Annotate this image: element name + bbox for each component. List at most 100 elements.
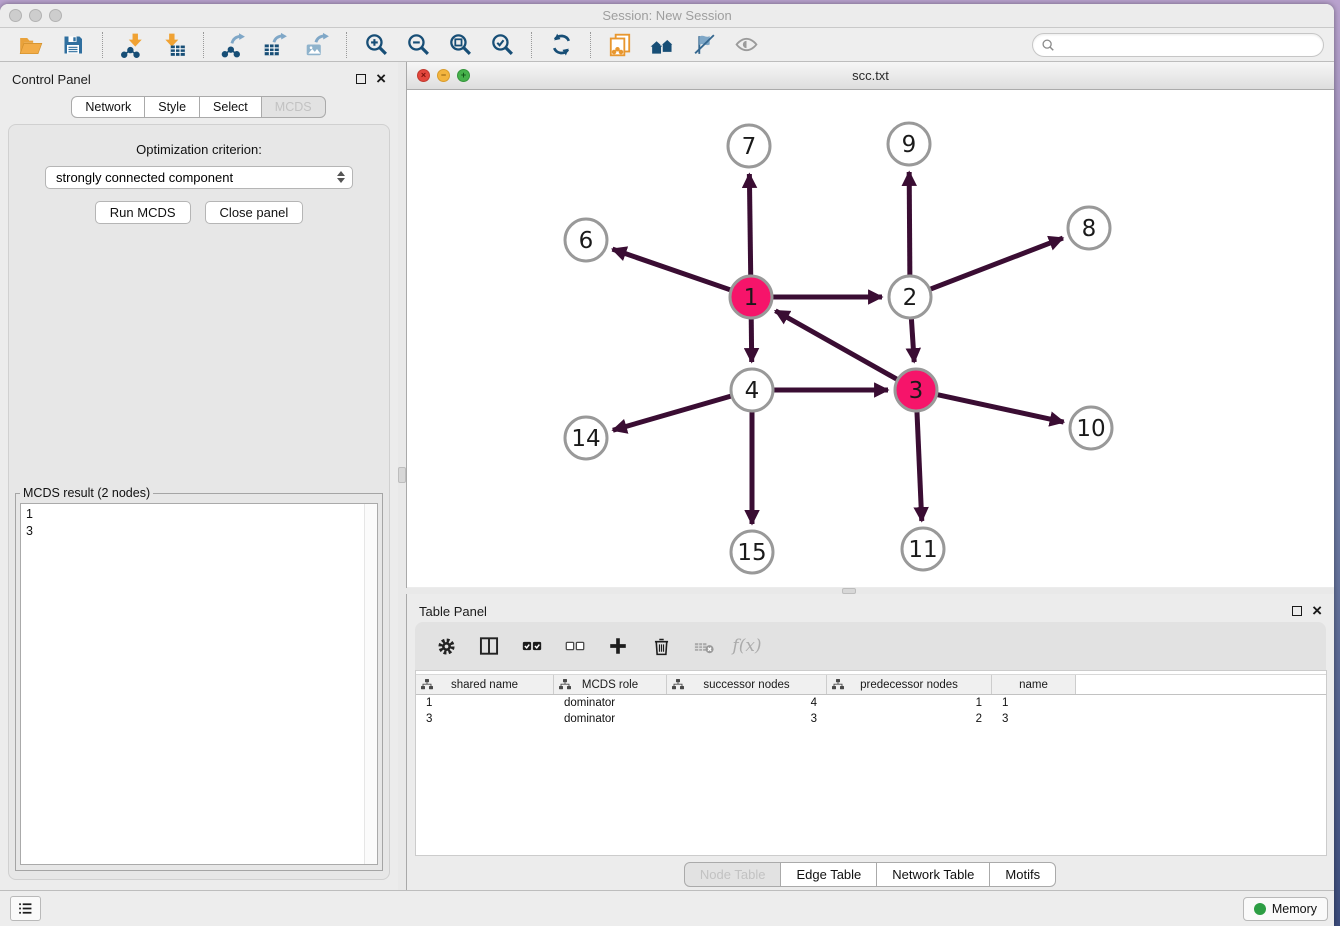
delete-table-button[interactable] [689, 631, 719, 661]
column-label: MCDS role [582, 679, 638, 691]
flag-slash-icon [692, 32, 717, 57]
select-all-button[interactable] [517, 631, 547, 661]
cell-successor-nodes[interactable]: 4 [667, 695, 827, 711]
cell-MCDS-role[interactable]: dominator [554, 695, 667, 711]
cell-predecessor-nodes[interactable]: 1 [827, 695, 992, 711]
column-header-successor-nodes[interactable]: successor nodes [667, 675, 827, 694]
export-network-button[interactable] [220, 32, 246, 58]
graph-node-3[interactable]: 3 [895, 369, 937, 411]
graph-edge-2-9[interactable] [909, 172, 910, 275]
cell-predecessor-nodes[interactable]: 2 [827, 711, 992, 727]
table-row[interactable]: 1dominator411 [416, 695, 1326, 711]
float-panel-icon[interactable] [356, 74, 366, 84]
criterion-select[interactable]: strongly connected component [45, 166, 353, 189]
zoom-selected-button[interactable] [489, 32, 515, 58]
graph-node-14[interactable]: 14 [565, 417, 607, 459]
result-line: 1 [26, 506, 372, 523]
delete-column-button[interactable] [646, 631, 676, 661]
tab-mcds[interactable]: MCDS [261, 96, 326, 118]
network-canvas[interactable]: 1 2 3 4 6 7 8 9 10 11 14 15 [407, 90, 1334, 587]
import-network-button[interactable] [119, 32, 145, 58]
window-title: Session: New Session [0, 8, 1334, 23]
search-box[interactable] [1032, 33, 1324, 57]
save-session-button[interactable] [60, 32, 86, 58]
function-builder-button[interactable]: f(x) [732, 631, 762, 661]
tab-motifs[interactable]: Motifs [989, 862, 1056, 887]
close-panel-button[interactable]: Close panel [205, 201, 304, 224]
vertical-splitter[interactable] [398, 62, 406, 890]
cell-shared-name[interactable]: 3 [416, 711, 554, 727]
graph-node-2[interactable]: 2 [889, 276, 931, 318]
add-column-button[interactable] [603, 631, 633, 661]
tab-style[interactable]: Style [144, 96, 200, 118]
graph-edge-3-1[interactable] [775, 311, 896, 379]
graph-edge-3-10[interactable] [937, 395, 1063, 422]
task-history-button[interactable] [10, 896, 41, 921]
split-view-button[interactable] [474, 631, 504, 661]
cell-MCDS-role[interactable]: dominator [554, 711, 667, 727]
column-header-predecessor-nodes[interactable]: predecessor nodes [827, 675, 992, 694]
run-mcds-button[interactable]: Run MCDS [95, 201, 191, 224]
graph-node-11[interactable]: 11 [902, 528, 944, 570]
deselect-all-button[interactable] [560, 631, 590, 661]
cell-successor-nodes[interactable]: 3 [667, 711, 827, 727]
graph-edge-2-3[interactable] [911, 319, 914, 362]
graph-node-4[interactable]: 4 [731, 369, 773, 411]
table-panel: Table Panel × [406, 594, 1334, 890]
graph-node-1[interactable]: 1 [730, 276, 772, 318]
graph-edge-3-11[interactable] [917, 412, 922, 521]
splitter-grip[interactable] [398, 467, 406, 483]
graph-node-9[interactable]: 9 [888, 123, 930, 165]
table-panel-title: Table Panel [419, 604, 487, 619]
control-panel: Control Panel × NetworkStyleSelectMCDS O… [0, 62, 398, 890]
tab-select[interactable]: Select [199, 96, 262, 118]
select-stepper-icon [337, 171, 345, 183]
network-graph[interactable]: 1 2 3 4 6 7 8 9 10 11 14 15 [407, 90, 1334, 587]
close-panel-icon[interactable]: × [376, 74, 386, 84]
table-row[interactable]: 3dominator323 [416, 711, 1326, 727]
node-table[interactable]: shared name MCDS role successor nodesprede… [415, 670, 1327, 856]
graph-edge-4-14[interactable] [613, 396, 731, 430]
column-header-shared-name[interactable]: shared name [416, 675, 554, 694]
toggle-graphics-details-button[interactable] [691, 32, 717, 58]
cell-name[interactable]: 3 [992, 711, 1076, 727]
graph-edge-2-8[interactable] [931, 238, 1063, 289]
graph-node-15[interactable]: 15 [731, 531, 773, 573]
graph-node-10[interactable]: 10 [1070, 407, 1112, 449]
zoom-in-button[interactable] [363, 32, 389, 58]
export-network-icon [220, 32, 246, 58]
graph-edge-1-6[interactable] [612, 249, 730, 290]
open-session-button[interactable] [18, 32, 44, 58]
graph-edge-1-7[interactable] [749, 174, 750, 275]
column-header-MCDS-role[interactable]: MCDS role [554, 675, 667, 694]
tab-network-table[interactable]: Network Table [876, 862, 990, 887]
result-scrollbar[interactable] [364, 504, 377, 864]
shared-column-icon [672, 679, 684, 690]
import-table-button[interactable] [161, 32, 187, 58]
network-overview-button[interactable] [649, 32, 675, 58]
search-input[interactable] [1059, 38, 1315, 52]
apply-layout-button[interactable] [548, 32, 574, 58]
table-settings-button[interactable] [431, 631, 461, 661]
tab-node-table[interactable]: Node Table [684, 862, 782, 887]
column-header-name[interactable]: name [992, 675, 1076, 694]
tab-edge-table[interactable]: Edge Table [780, 862, 877, 887]
network-titlebar: × − + scc.txt [407, 62, 1334, 90]
zoom-out-button[interactable] [405, 32, 431, 58]
close-panel-icon[interactable]: × [1312, 606, 1322, 616]
tab-network[interactable]: Network [71, 96, 145, 118]
export-table-button[interactable] [262, 32, 288, 58]
birds-eye-view-button[interactable] [733, 32, 759, 58]
main-toolbar [0, 28, 1334, 62]
float-panel-icon[interactable] [1292, 606, 1302, 616]
mcds-result-text[interactable]: 13 [20, 503, 378, 865]
graph-node-6[interactable]: 6 [565, 219, 607, 261]
zoom-fit-button[interactable] [447, 32, 473, 58]
cell-shared-name[interactable]: 1 [416, 695, 554, 711]
memory-button[interactable]: Memory [1243, 897, 1328, 921]
graph-node-8[interactable]: 8 [1068, 207, 1110, 249]
duplicate-network-button[interactable] [607, 32, 633, 58]
export-image-button[interactable] [304, 32, 330, 58]
cell-name[interactable]: 1 [992, 695, 1076, 711]
graph-node-7[interactable]: 7 [728, 125, 770, 167]
